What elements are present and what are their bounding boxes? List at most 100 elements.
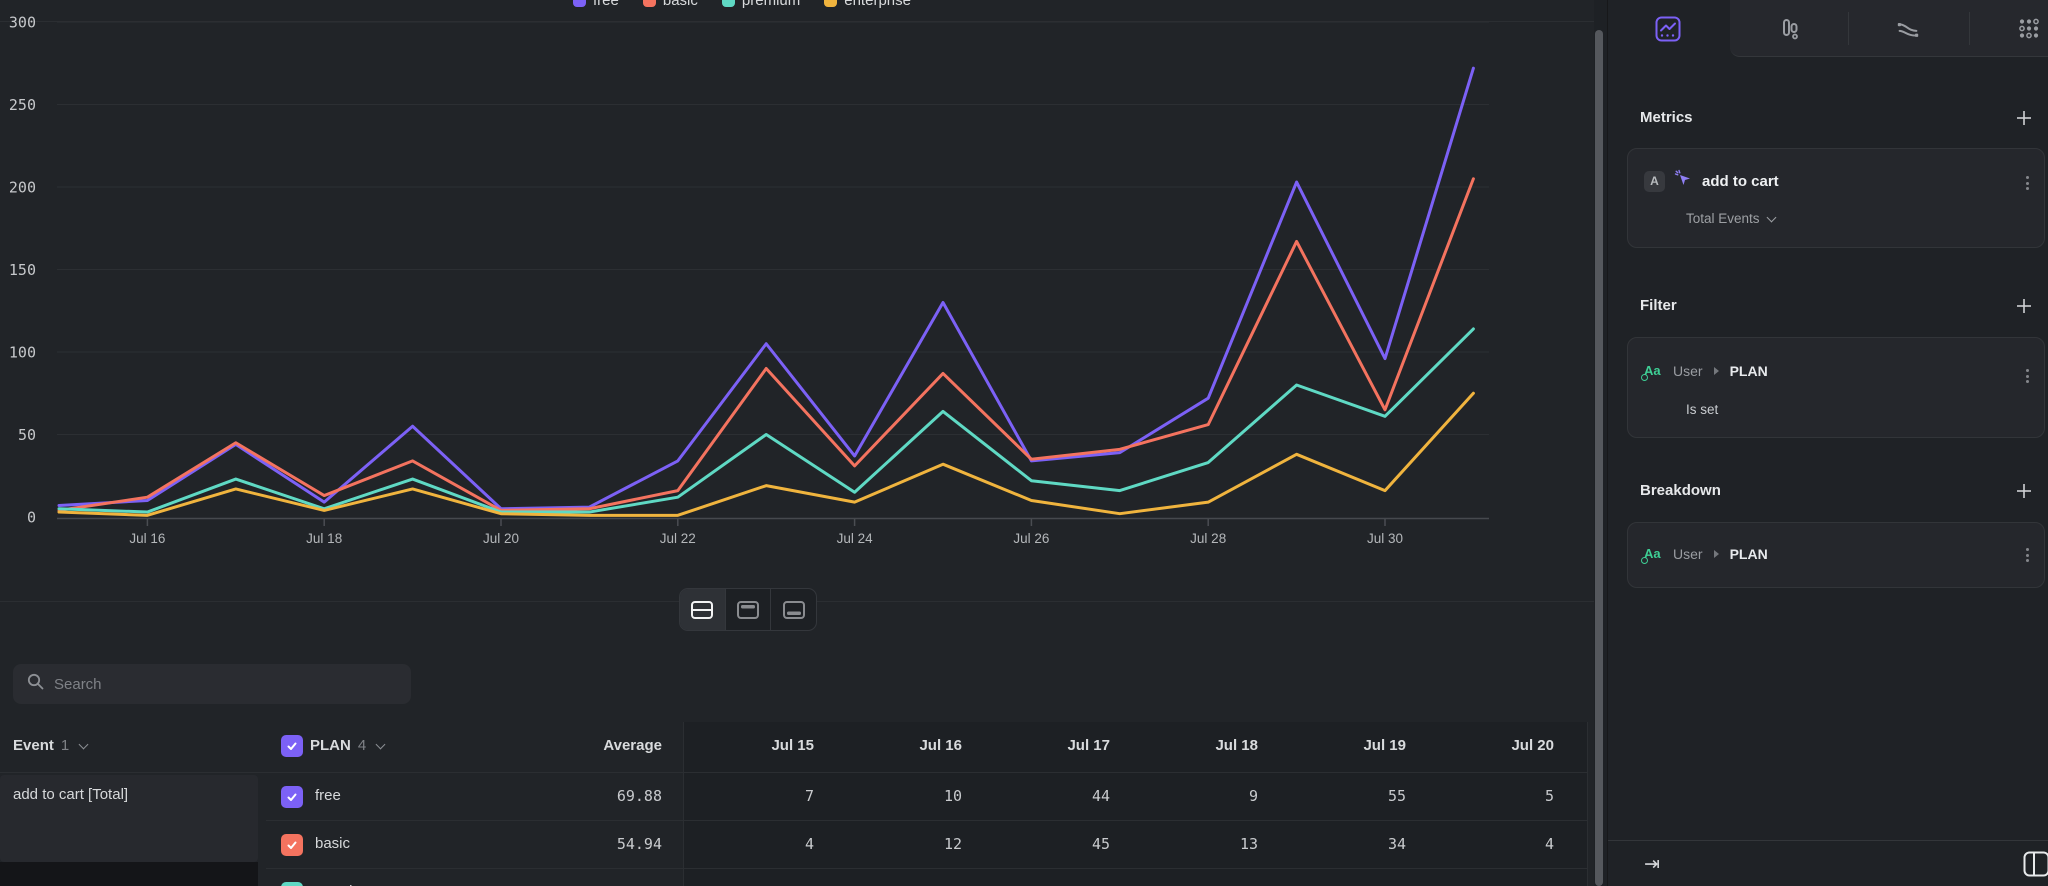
plan-count: 4 <box>358 730 366 762</box>
add-metric-button[interactable] <box>2015 109 2035 129</box>
date-column-header: Jul 19 <box>1286 730 1406 762</box>
cell-value: 4 <box>704 835 814 853</box>
event-count: 1 <box>61 730 69 762</box>
cell-value: 45 <box>1000 835 1110 853</box>
filter-card[interactable]: Aa User PLAN Is set <box>1627 337 2045 438</box>
layout-split-rows-button[interactable] <box>680 589 726 630</box>
filter-section-title: Filter <box>1640 297 1677 314</box>
breakdown-menu-button[interactable] <box>2020 545 2034 565</box>
split-panel-icon[interactable] <box>2023 851 2048 882</box>
y-axis-tick-label: 0 <box>27 509 36 527</box>
layout-switcher <box>679 588 817 631</box>
date-column-header: Jul 18 <box>1138 730 1258 762</box>
tab-chart-grid[interactable] <box>2016 16 2042 42</box>
event-click-icon <box>1674 169 1693 193</box>
event-header-label: Event <box>13 730 54 762</box>
cell-value: 5 <box>1444 787 1554 805</box>
chevron-right-icon <box>1714 550 1719 558</box>
series-line-free <box>59 68 1473 509</box>
panel-resize-scrollbar[interactable] <box>1595 30 1603 886</box>
x-axis-tick-label: Jul 20 <box>483 531 519 546</box>
layout-chart-top-button[interactable] <box>726 589 772 630</box>
event-column-header[interactable]: Event 1 <box>13 730 87 762</box>
metrics-section-title: Metrics <box>1640 109 1693 126</box>
bar-chart-icon <box>1776 16 1802 42</box>
add-breakdown-button[interactable] <box>2015 482 2035 502</box>
row-checkbox-premium[interactable] <box>281 882 303 886</box>
filter-property: PLAN <box>1730 363 1768 379</box>
plan-column-header[interactable]: PLAN 4 <box>281 730 384 762</box>
table-right-divider <box>1587 722 1588 886</box>
cell-value: 4 <box>1444 835 1554 853</box>
breakdown-entity: User <box>1673 546 1703 562</box>
filter-menu-button[interactable] <box>2020 366 2034 386</box>
breakdown-property: PLAN <box>1730 546 1768 562</box>
string-property-icon: Aa <box>1644 545 1664 563</box>
search-input[interactable] <box>54 676 374 693</box>
breakdown-card[interactable]: Aa User PLAN <box>1627 522 2045 588</box>
row-divider <box>266 820 1587 821</box>
plan-select-all-checkbox[interactable] <box>281 735 303 757</box>
event-column-gap <box>0 862 258 886</box>
x-axis-tick-label: Jul 30 <box>1367 531 1403 546</box>
date-column-header: Jul 16 <box>842 730 962 762</box>
event-cell-label: add to cart [Total] <box>13 780 128 810</box>
cell-value: 34 <box>1296 835 1406 853</box>
chevron-down-icon <box>79 740 89 750</box>
tab-flow-chart[interactable] <box>1895 16 1921 42</box>
row-label: free <box>315 787 341 804</box>
tab-separator <box>1969 12 1970 45</box>
row-checkbox-basic[interactable] <box>281 834 303 856</box>
search-icon <box>27 673 44 695</box>
string-property-icon: Aa <box>1644 362 1664 380</box>
x-axis-tick-label: Jul 22 <box>660 531 696 546</box>
date-column-header: Jul 17 <box>990 730 1110 762</box>
x-axis-tick-label: Jul 16 <box>129 531 165 546</box>
measurement-dropdown[interactable]: Total Events <box>1686 211 1775 226</box>
y-axis-tick-label: 100 <box>9 344 36 362</box>
tab-line-chart[interactable] <box>1655 16 1681 42</box>
cell-value: 12 <box>852 835 962 853</box>
flow-chart-icon <box>1895 16 1921 42</box>
y-axis-tick-label: 200 <box>9 179 36 197</box>
chevron-down-icon <box>1766 212 1776 222</box>
collapse-sidebar-icon[interactable]: ⇥ <box>1644 853 1660 875</box>
tab-bar-chart[interactable] <box>1776 16 1802 42</box>
x-axis-tick-label: Jul 24 <box>837 531 874 546</box>
right-sidebar: Metrics A add to cart Total Events Filte… <box>1607 0 2048 886</box>
row-checkbox-free[interactable] <box>281 786 303 808</box>
y-axis-tick-label: 50 <box>18 426 36 444</box>
metric-menu-button[interactable] <box>2020 173 2034 193</box>
search-box <box>13 664 411 704</box>
x-axis-tick-label: Jul 28 <box>1190 531 1226 546</box>
filter-condition[interactable]: Is set <box>1686 402 1718 417</box>
cell-value: 44 <box>1000 787 1110 805</box>
cell-value: 10 <box>852 787 962 805</box>
cell-value: 55 <box>1296 787 1406 805</box>
metric-card[interactable]: A add to cart Total Events <box>1627 148 2045 248</box>
x-axis-tick-label: Jul 18 <box>306 531 342 546</box>
layout-table-bottom-button[interactable] <box>771 589 816 630</box>
header-divider <box>0 772 1587 773</box>
cell-value: 9 <box>1148 787 1258 805</box>
sidebar-tabs <box>1608 0 2048 57</box>
line-chart-icon <box>1655 16 1681 42</box>
y-axis-tick-label: 250 <box>9 96 36 114</box>
date-column-header: Jul 20 <box>1434 730 1554 762</box>
x-axis-tick-label: Jul 26 <box>1013 531 1049 546</box>
cell-value: 7 <box>704 787 814 805</box>
average-value: 54.94 <box>552 835 662 853</box>
sidebar-bottom-bar: ⇥ <box>1608 840 2048 886</box>
chart-grid-icon <box>2016 16 2042 42</box>
chevron-right-icon <box>1714 367 1719 375</box>
date-column-header: Jul 15 <box>694 730 814 762</box>
average-value: 69.88 <box>552 787 662 805</box>
measurement-label: Total Events <box>1686 211 1760 226</box>
plan-header-label: PLAN <box>310 730 351 762</box>
average-column-header: Average <box>462 730 662 762</box>
metric-letter-badge: A <box>1644 171 1665 192</box>
filter-entity: User <box>1673 363 1703 379</box>
main-panel: freebasicpremiumenterprise 0501001502002… <box>0 0 1594 886</box>
chevron-down-icon <box>376 740 386 750</box>
add-filter-button[interactable] <box>2015 297 2035 317</box>
